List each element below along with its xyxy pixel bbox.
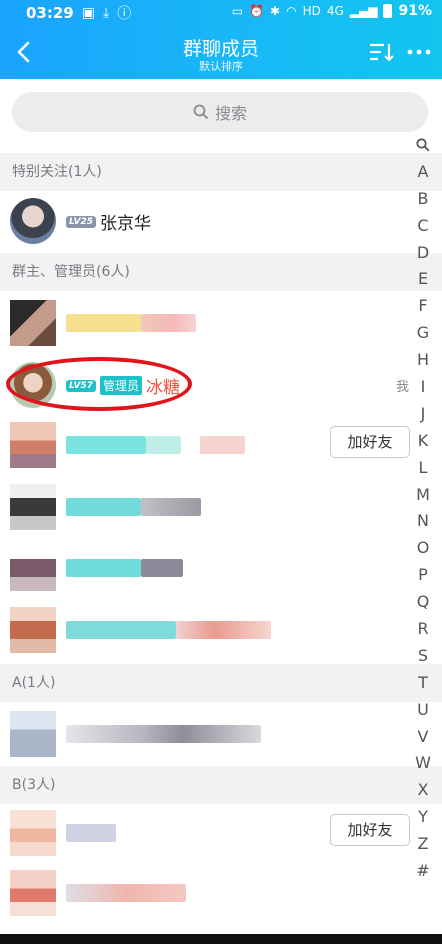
member-row[interactable]: LV25 张京华 <box>0 193 442 249</box>
index-letter[interactable]: E <box>410 266 436 293</box>
avatar <box>10 870 56 916</box>
member-row[interactable] <box>0 865 442 921</box>
avatar <box>10 545 56 591</box>
index-letter[interactable]: L <box>410 455 436 482</box>
section-header-a: A(1人) <box>0 664 442 702</box>
index-letter[interactable]: R <box>410 616 436 643</box>
signal-type-label: 4G <box>326 4 344 18</box>
status-time: 03:29 <box>26 4 74 22</box>
avatar <box>10 484 56 530</box>
member-row[interactable]: 加好友 <box>0 417 442 473</box>
more-dots-icon[interactable] <box>404 42 434 62</box>
member-row[interactable] <box>0 540 442 596</box>
index-letter[interactable]: Q <box>410 589 436 616</box>
section-header-admins: 群主、管理员(6人) <box>0 253 442 291</box>
header-bar: 03:29 ▣ ⤓ ⓘ ▭ ⏰ ✱ ◠ HD 4G ▂▄▆ 91% 群聊成员 默… <box>0 0 442 79</box>
section-header-special: 特别关注(1人) <box>0 153 442 191</box>
index-letter[interactable]: M <box>410 482 436 509</box>
index-letter[interactable]: T <box>410 670 436 697</box>
status-bar: 03:29 ▣ ⤓ ⓘ ▭ ⏰ ✱ ◠ HD 4G ▂▄▆ 91% <box>0 0 442 24</box>
index-letter[interactable]: F <box>410 293 436 320</box>
system-nav-bar <box>0 934 442 944</box>
index-letter[interactable]: N <box>410 508 436 535</box>
avatar <box>10 300 56 346</box>
network-label: HD <box>302 4 321 18</box>
avatar <box>10 810 56 856</box>
index-search-icon[interactable] <box>410 132 436 159</box>
index-letter[interactable]: D <box>410 240 436 267</box>
vibrate-icon: ▭ <box>231 4 244 18</box>
search-placeholder: 搜索 <box>214 104 247 123</box>
index-letter[interactable]: A <box>410 159 436 186</box>
index-letter[interactable]: K <box>410 428 436 455</box>
signal-icon: ▂▄▆ <box>349 4 378 18</box>
avatar <box>10 198 56 244</box>
index-letter[interactable]: U <box>410 697 436 724</box>
download-icon: ⤓ <box>102 5 110 21</box>
battery-percent: 91% <box>398 3 432 19</box>
index-letter[interactable]: S <box>410 643 436 670</box>
wifi-icon: ◠ <box>286 4 297 18</box>
member-row[interactable] <box>0 706 442 762</box>
avatar <box>10 711 56 757</box>
add-friend-button[interactable]: 加好友 <box>330 426 410 458</box>
index-letter[interactable]: Z <box>410 831 436 858</box>
index-letter[interactable]: I <box>410 374 436 401</box>
index-letter[interactable]: V <box>410 724 436 751</box>
index-letter[interactable]: # <box>410 858 436 885</box>
index-letter[interactable]: O <box>410 535 436 562</box>
search-area: 搜索 <box>0 79 442 149</box>
alarm-icon: ⏰ <box>249 4 265 18</box>
index-letter[interactable]: X <box>410 777 436 804</box>
me-label: 我 <box>396 380 410 395</box>
search-icon <box>193 104 209 120</box>
member-list[interactable]: 特别关注(1人) LV25 张京华 群主、管理员(6人) LV57 管理员 冰糖… <box>0 149 442 944</box>
member-row[interactable]: 加好友 <box>0 805 442 861</box>
highlight-circle <box>6 357 192 411</box>
index-letter[interactable]: Y <box>410 804 436 831</box>
index-letter[interactable]: B <box>410 186 436 213</box>
index-letter[interactable]: J <box>410 401 436 428</box>
index-letter[interactable]: G <box>410 320 436 347</box>
member-row[interactable] <box>0 295 442 351</box>
index-letter[interactable]: W <box>410 750 436 777</box>
alphabet-index[interactable]: A B C D E F G H I J K L M N O P Q R S T … <box>410 132 436 885</box>
index-letter[interactable]: C <box>410 213 436 240</box>
avatar <box>10 422 56 468</box>
info-icon: ⓘ <box>117 6 132 22</box>
member-row[interactable] <box>0 479 442 535</box>
sort-icon[interactable] <box>368 42 394 62</box>
member-row[interactable] <box>0 602 442 658</box>
bluetooth-icon: ✱ <box>270 4 281 18</box>
member-name: 张京华 <box>100 214 151 234</box>
add-friend-button[interactable]: 加好友 <box>330 814 410 846</box>
search-input[interactable]: 搜索 <box>12 92 428 132</box>
level-badge: LV25 <box>66 215 96 228</box>
section-header-b: B(3人) <box>0 766 442 804</box>
index-letter[interactable]: P <box>410 562 436 589</box>
avatar <box>10 607 56 653</box>
image-notification-icon: ▣ <box>81 5 95 21</box>
battery-icon <box>383 4 393 18</box>
index-letter[interactable]: H <box>410 347 436 374</box>
